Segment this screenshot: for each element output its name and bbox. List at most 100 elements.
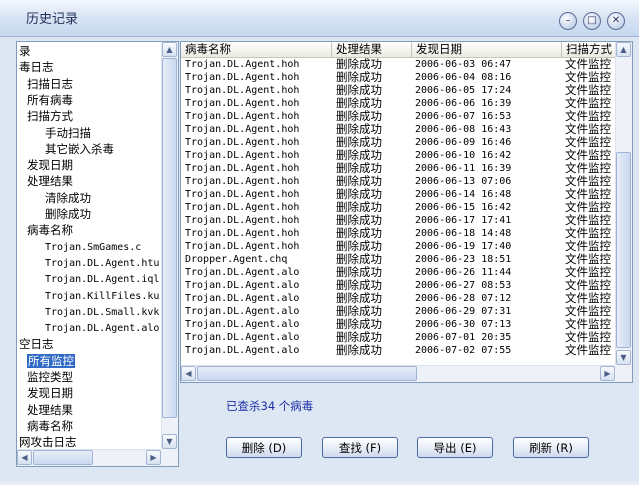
find-button[interactable]: 查找 (F) bbox=[322, 437, 398, 458]
tree-item[interactable]: 监控类型 bbox=[27, 371, 73, 384]
tree-item-label: 所有病毒 bbox=[27, 92, 73, 107]
cell-virus-name: Trojan.DL.Agent.hoh bbox=[185, 59, 300, 70]
table-row[interactable]: Trojan.DL.Agent.alo 删除成功 2006-07-02 07:55 文… bbox=[181, 344, 615, 357]
table-row[interactable]: Dropper.Agent.chq 删除成功 2006-06-23 18:51 文件监… bbox=[181, 253, 615, 266]
scroll-right-arrow-icon[interactable]: ▶ bbox=[146, 450, 161, 465]
list-vertical-scrollbar[interactable]: ▲ ▼ bbox=[615, 42, 632, 365]
table-row[interactable]: Trojan.DL.Agent.alo 删除成功 2006-07-01 20:35 文… bbox=[181, 331, 615, 344]
cell-date: 2006-06-10 16:42 bbox=[415, 150, 512, 161]
cell-date: 2006-06-28 07:12 bbox=[415, 293, 512, 304]
history-window: 历史记录 – □ ✕ 录毒日志 扫描日志 所有病毒 扫描方式 手动扫描 其它嵌入杀毒 发现日… bbox=[0, 0, 639, 482]
tree-item[interactable]: Trojan.DL.Small.kvk bbox=[45, 306, 159, 319]
list-horizontal-scrollbar[interactable]: ◀ ▶ bbox=[181, 365, 615, 382]
tree-item[interactable]: 扫描方式 bbox=[27, 110, 73, 123]
tree-item[interactable]: Trojan.SmGames.c bbox=[45, 241, 141, 254]
tree-item[interactable]: 空日志 bbox=[19, 338, 54, 351]
tree-item-label: Trojan.DL.Agent.iql bbox=[45, 274, 160, 286]
scroll-left-arrow-icon[interactable]: ◀ bbox=[17, 450, 32, 465]
tree-item[interactable]: 录 bbox=[19, 45, 31, 58]
column-virus-name[interactable]: 病毒名称 bbox=[181, 42, 332, 57]
tree-item[interactable]: 所有病毒 bbox=[27, 92, 73, 107]
maximize-button[interactable]: □ bbox=[583, 12, 601, 30]
tree-item[interactable]: 网攻击日志 bbox=[19, 436, 77, 449]
tree-item[interactable]: Trojan.KillFiles.ku bbox=[45, 290, 159, 303]
tree-item-label: 其它嵌入杀毒 bbox=[45, 141, 114, 156]
tree-item[interactable]: 发现日期 bbox=[27, 387, 73, 400]
tree-item[interactable]: 其它嵌入杀毒 bbox=[45, 141, 114, 156]
refresh-button[interactable]: 刷新 (R) bbox=[513, 437, 589, 458]
delete-button[interactable]: 删除 (D) bbox=[226, 437, 302, 458]
cell-virus-name: Dropper.Agent.chq bbox=[185, 254, 288, 265]
tree-item[interactable]: 扫描日志 bbox=[27, 77, 73, 91]
table-row[interactable]: Trojan.DL.Agent.hoh 删除成功 2006-06-05 17:24 文… bbox=[181, 84, 615, 97]
tree-item[interactable]: 病毒名称 bbox=[27, 419, 73, 433]
window-title: 历史记录 bbox=[26, 12, 79, 27]
cell-result: 删除成功 bbox=[336, 162, 382, 175]
table-row[interactable]: Trojan.DL.Agent.alo 删除成功 2006-06-27 08:53 文… bbox=[181, 279, 615, 292]
table-row[interactable]: Trojan.DL.Agent.hoh 删除成功 2006-06-10 16:42 文… bbox=[181, 149, 615, 162]
cell-date: 2006-06-03 06:47 bbox=[415, 59, 512, 70]
tree-item[interactable]: 清除成功 bbox=[45, 191, 91, 205]
close-button[interactable]: ✕ bbox=[607, 12, 625, 30]
tree-item[interactable]: 所有监控 bbox=[27, 353, 75, 368]
log-tree: 录毒日志 扫描日志 所有病毒 扫描方式 手动扫描 其它嵌入杀毒 发现日期 处理结果 清除成功 删除… bbox=[17, 42, 161, 449]
scroll-left-arrow-icon[interactable]: ◀ bbox=[181, 366, 196, 381]
scroll-right-arrow-icon[interactable]: ▶ bbox=[600, 366, 615, 381]
tree-vertical-scrollbar[interactable]: ▲ ▼ bbox=[161, 42, 178, 449]
table-row[interactable]: Trojan.DL.Agent.hoh 删除成功 2006-06-03 06:47 文… bbox=[181, 58, 615, 71]
table-row[interactable]: Trojan.DL.Agent.alo 删除成功 2006-06-29 07:31 文… bbox=[181, 305, 615, 318]
cell-scan-method: 文件监控 bbox=[565, 227, 611, 240]
list-vscroll-thumb[interactable] bbox=[616, 152, 631, 348]
tree-item[interactable]: 病毒名称 bbox=[27, 224, 73, 237]
table-row[interactable]: Trojan.DL.Agent.hoh 删除成功 2006-06-18 14:48 文… bbox=[181, 227, 615, 240]
tree-item[interactable]: 处理结果 bbox=[27, 402, 73, 417]
cell-scan-method: 文件监控 bbox=[565, 305, 611, 318]
scroll-down-arrow-icon[interactable]: ▼ bbox=[616, 350, 631, 365]
table-row[interactable]: Trojan.DL.Agent.hoh 删除成功 2006-06-04 08:16 文… bbox=[181, 71, 615, 84]
table-row[interactable]: Trojan.DL.Agent.hoh 删除成功 2006-06-06 16:39 文… bbox=[181, 97, 615, 110]
table-row[interactable]: Trojan.DL.Agent.hoh 删除成功 2006-06-09 16:46 文… bbox=[181, 136, 615, 149]
cell-virus-name: Trojan.DL.Agent.hoh bbox=[185, 98, 300, 109]
column-result[interactable]: 处理结果 bbox=[332, 42, 412, 57]
list-hscroll-thumb[interactable] bbox=[197, 366, 417, 381]
tree-item[interactable]: 删除成功 bbox=[45, 208, 91, 221]
tree-item[interactable]: 毒日志 bbox=[19, 61, 54, 74]
cell-scan-method: 文件监控 bbox=[565, 110, 611, 123]
table-row[interactable]: Trojan.DL.Agent.alo 删除成功 2006-06-30 07:13 文… bbox=[181, 318, 615, 331]
export-button[interactable]: 导出 (E) bbox=[417, 437, 493, 458]
table-row[interactable]: Trojan.DL.Agent.hoh 删除成功 2006-06-11 16:39 文… bbox=[181, 162, 615, 175]
cell-result: 删除成功 bbox=[336, 97, 382, 110]
cell-result: 删除成功 bbox=[336, 84, 382, 97]
table-row[interactable]: Trojan.DL.Agent.hoh 删除成功 2006-06-08 16:43 文… bbox=[181, 123, 615, 136]
tree-item[interactable]: 发现日期 bbox=[27, 159, 73, 172]
tree-item[interactable]: 手动扫描 bbox=[45, 126, 91, 140]
scroll-up-arrow-icon[interactable]: ▲ bbox=[616, 42, 631, 57]
tree-horizontal-scrollbar[interactable]: ◀ ▶ bbox=[17, 449, 161, 466]
cell-virus-name: Trojan.DL.Agent.hoh bbox=[185, 202, 300, 213]
tree-item-label: 监控类型 bbox=[27, 370, 73, 384]
table-row[interactable]: Trojan.DL.Agent.alo 删除成功 2006-06-28 07:12 文… bbox=[181, 292, 615, 305]
cell-virus-name: Trojan.DL.Agent.hoh bbox=[185, 111, 300, 122]
tree-item-label: 发现日期 bbox=[27, 386, 73, 401]
column-date[interactable]: 发现日期 bbox=[412, 42, 562, 57]
scroll-down-arrow-icon[interactable]: ▼ bbox=[162, 434, 177, 449]
table-row[interactable]: Trojan.DL.Agent.hoh 删除成功 2006-06-07 16:53 文… bbox=[181, 110, 615, 123]
tree-item[interactable]: Trojan.DL.Agent.iql bbox=[45, 273, 159, 286]
cell-result: 删除成功 bbox=[336, 149, 382, 162]
minimize-button[interactable]: – bbox=[559, 12, 577, 30]
table-row[interactable]: Trojan.DL.Agent.hoh 删除成功 2006-06-14 16:48 文… bbox=[181, 188, 615, 201]
tree-item-label: 处理结果 bbox=[27, 402, 73, 417]
tree-item[interactable]: Trojan.DL.Agent.alo bbox=[45, 322, 159, 335]
column-scan-method[interactable]: 扫描方式 bbox=[562, 42, 622, 57]
tree-vscroll-thumb[interactable] bbox=[162, 58, 177, 418]
table-row[interactable]: Trojan.DL.Agent.hoh 删除成功 2006-06-19 17:40 文… bbox=[181, 240, 615, 253]
scroll-up-arrow-icon[interactable]: ▲ bbox=[162, 42, 177, 57]
tree-hscroll-thumb[interactable] bbox=[33, 450, 93, 465]
tree-item[interactable]: Trojan.DL.Agent.htu bbox=[45, 257, 159, 270]
table-row[interactable]: Trojan.DL.Agent.alo 删除成功 2006-06-26 11:44 文… bbox=[181, 266, 615, 279]
cell-virus-name: Trojan.DL.Agent.hoh bbox=[185, 176, 300, 187]
table-row[interactable]: Trojan.DL.Agent.hoh 删除成功 2006-06-13 07:06 文… bbox=[181, 175, 615, 188]
table-row[interactable]: Trojan.DL.Agent.hoh 删除成功 2006-06-15 16:42 文… bbox=[181, 201, 615, 214]
table-row[interactable]: Trojan.DL.Agent.hoh 删除成功 2006-06-17 17:41 文… bbox=[181, 214, 615, 227]
tree-item[interactable]: 处理结果 bbox=[27, 175, 73, 188]
